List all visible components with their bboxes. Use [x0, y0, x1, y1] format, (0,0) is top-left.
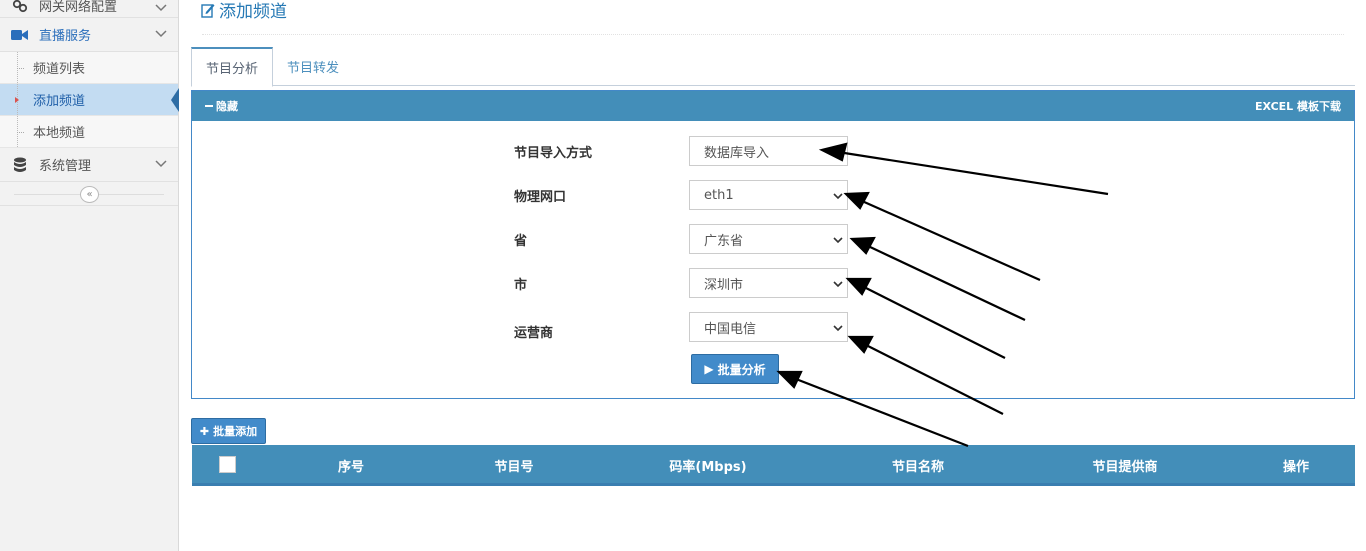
- field-value: eth1: [704, 187, 734, 203]
- form-row-province: 省 广东省: [192, 224, 1354, 254]
- nav-label: 系统管理: [39, 159, 92, 174]
- sidebar-item-add-channel[interactable]: 添加频道: [0, 84, 179, 116]
- sidebar-item-local-channel[interactable]: 本地频道: [0, 116, 178, 148]
- plus-icon: ✚: [199, 424, 210, 438]
- nav-gateway-network[interactable]: 网关网络配置: [0, 0, 178, 18]
- province-select[interactable]: 广东省: [689, 224, 848, 254]
- sub-nav-label: 添加频道: [33, 94, 86, 109]
- column-header: 序号: [337, 460, 365, 475]
- column-header: 节目名称: [891, 460, 945, 475]
- city-select[interactable]: 深圳市: [689, 268, 848, 298]
- database-icon: [11, 156, 29, 174]
- sidebar-collapse-bar: «: [0, 182, 178, 206]
- page-title: 添加频道: [201, 0, 287, 22]
- minus-icon: [205, 105, 213, 107]
- table-header: 序号 节目号 码率(Mbps) 节目名称 节目提供商 操作: [192, 445, 1355, 486]
- video-camera-icon: [11, 26, 29, 44]
- chevron-down-icon: [833, 281, 843, 288]
- hide-toggle[interactable]: 隐藏: [205, 98, 238, 114]
- analysis-panel: 隐藏 EXCEL 模板下载 节目导入方式 数据库导入 物理网口 eth1 省 广…: [191, 90, 1355, 399]
- tab-program-analysis[interactable]: 节目分析: [191, 47, 274, 87]
- sidebar: 网关网络配置 直播服务 频道列表 添加频道 本地频道 系统管理 «: [0, 0, 179, 551]
- chevron-down-icon: [155, 160, 167, 168]
- field-label: 市: [514, 278, 528, 293]
- field-label: 省: [514, 234, 528, 249]
- excel-template-download-link[interactable]: EXCEL 模板下载: [1255, 98, 1341, 114]
- chevron-down-icon: [155, 30, 167, 38]
- nav-label: 直播服务: [39, 29, 92, 44]
- divider: [202, 34, 1344, 35]
- column-header: 节目提供商: [1092, 460, 1158, 475]
- sub-nav-label: 本地频道: [33, 126, 86, 141]
- select-all-checkbox[interactable]: [219, 456, 236, 473]
- sidebar-item-channel-list[interactable]: 频道列表: [0, 52, 178, 84]
- chevron-down-icon: [155, 4, 167, 12]
- field-value: 深圳市: [704, 277, 744, 293]
- field-value: 广东省: [704, 233, 744, 249]
- collapse-sidebar-button[interactable]: «: [80, 186, 99, 203]
- field-value: 中国电信: [704, 321, 757, 337]
- nav-label: 网关网络配置: [39, 0, 118, 15]
- field-label: 物理网口: [514, 190, 567, 205]
- field-label: 运营商: [514, 326, 554, 341]
- sub-nav-label: 频道列表: [33, 62, 86, 77]
- button-label: 批量分析: [717, 362, 766, 377]
- column-header: 节目号: [494, 460, 534, 475]
- tab-program-forwarding[interactable]: 节目转发: [273, 47, 353, 86]
- tab-bar: 节目分析 节目转发: [191, 47, 1355, 87]
- form-row-carrier: 运营商 中国电信: [192, 312, 1354, 342]
- main-content: 添加频道 节目分析 节目转发 隐藏 EXCEL 模板下载 节目导入方式 数据库导…: [180, 0, 1366, 551]
- edit-icon: [201, 3, 215, 18]
- column-header: 操作: [1282, 460, 1310, 475]
- field-value: 数据库导入: [704, 145, 770, 161]
- play-icon: ▶: [704, 362, 714, 376]
- carrier-select[interactable]: 中国电信: [689, 312, 848, 342]
- column-header: 码率(Mbps): [669, 460, 747, 475]
- chevron-down-icon: [833, 325, 843, 332]
- page: 网关网络配置 直播服务 频道列表 添加频道 本地频道 系统管理 « 添加频道 节…: [0, 0, 1366, 551]
- nav-system-management[interactable]: 系统管理: [0, 148, 178, 182]
- panel-header: 隐藏 EXCEL 模板下载: [192, 91, 1354, 121]
- form-row-city: 市 深圳市: [192, 268, 1354, 298]
- field-label: 节目导入方式: [514, 146, 593, 161]
- chevron-down-icon: [833, 237, 843, 244]
- hide-label: 隐藏: [216, 100, 238, 113]
- link-icon: [11, 0, 29, 15]
- form-row-physical-port: 物理网口 eth1: [192, 180, 1354, 210]
- import-method-input[interactable]: 数据库导入: [689, 136, 848, 166]
- nav-live-service[interactable]: 直播服务: [0, 18, 178, 52]
- batch-add-button[interactable]: ✚ 批量添加: [191, 418, 266, 444]
- batch-analyze-button[interactable]: ▶ 批量分析: [691, 354, 779, 384]
- form-row-import-method: 节目导入方式 数据库导入: [192, 136, 1354, 166]
- page-title-text: 添加频道: [219, 2, 287, 22]
- caret-right-icon: [15, 97, 19, 103]
- button-label: 批量添加: [213, 425, 258, 438]
- chevron-down-icon: [833, 193, 843, 200]
- physical-port-select[interactable]: eth1: [689, 180, 848, 210]
